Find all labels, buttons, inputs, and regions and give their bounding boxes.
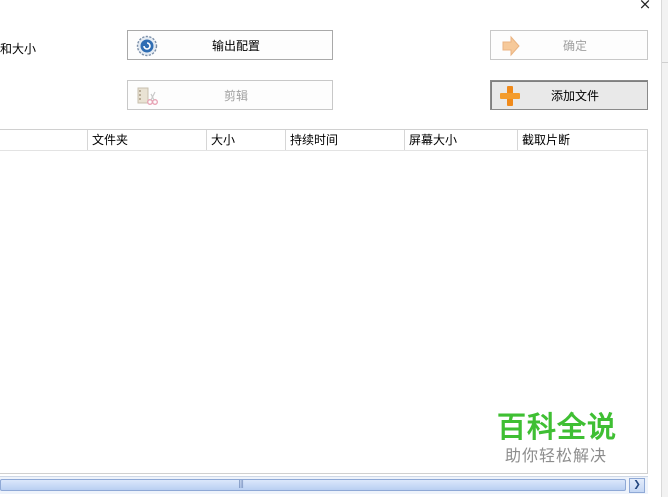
edge-divider xyxy=(662,62,668,63)
output-config-button[interactable]: 输出配置 xyxy=(127,30,333,60)
window-edge xyxy=(661,0,668,497)
column-header-screen-size[interactable]: 屏幕大小 xyxy=(404,130,517,150)
close-button[interactable]: × xyxy=(636,0,654,12)
edit-button[interactable]: 剪辑 xyxy=(127,80,333,110)
scrollbar-thumb[interactable] xyxy=(0,479,626,491)
size-label: 和大小 xyxy=(0,42,37,56)
horizontal-scrollbar[interactable]: ||| ❯ xyxy=(0,476,648,494)
table-header: 文件夹 大小 持续时间 屏幕大小 截取片断 xyxy=(0,130,647,151)
column-header-clip[interactable]: 截取片断 xyxy=(517,130,647,150)
column-header-duration[interactable]: 持续时间 xyxy=(285,130,404,150)
column-header-size[interactable]: 大小 xyxy=(206,130,285,150)
arrow-right-icon xyxy=(502,35,520,57)
edit-label: 剪辑 xyxy=(223,88,248,103)
scroll-right-arrow-icon[interactable]: ❯ xyxy=(629,478,645,493)
plus-icon xyxy=(500,86,520,106)
scrollbar-grip: ||| xyxy=(238,479,244,488)
watermark-subtitle: 助你轻松解决 xyxy=(505,446,608,465)
add-file-button[interactable]: 添加文件 xyxy=(490,80,648,110)
confirm-button[interactable]: 确定 xyxy=(490,30,648,60)
gear-globe-icon xyxy=(136,35,158,57)
output-config-label: 输出配置 xyxy=(211,38,260,53)
film-scissors-icon xyxy=(137,87,158,105)
column-header-folder[interactable]: 文件夹 xyxy=(87,130,206,150)
watermark-title: 百科全说 xyxy=(497,410,618,444)
